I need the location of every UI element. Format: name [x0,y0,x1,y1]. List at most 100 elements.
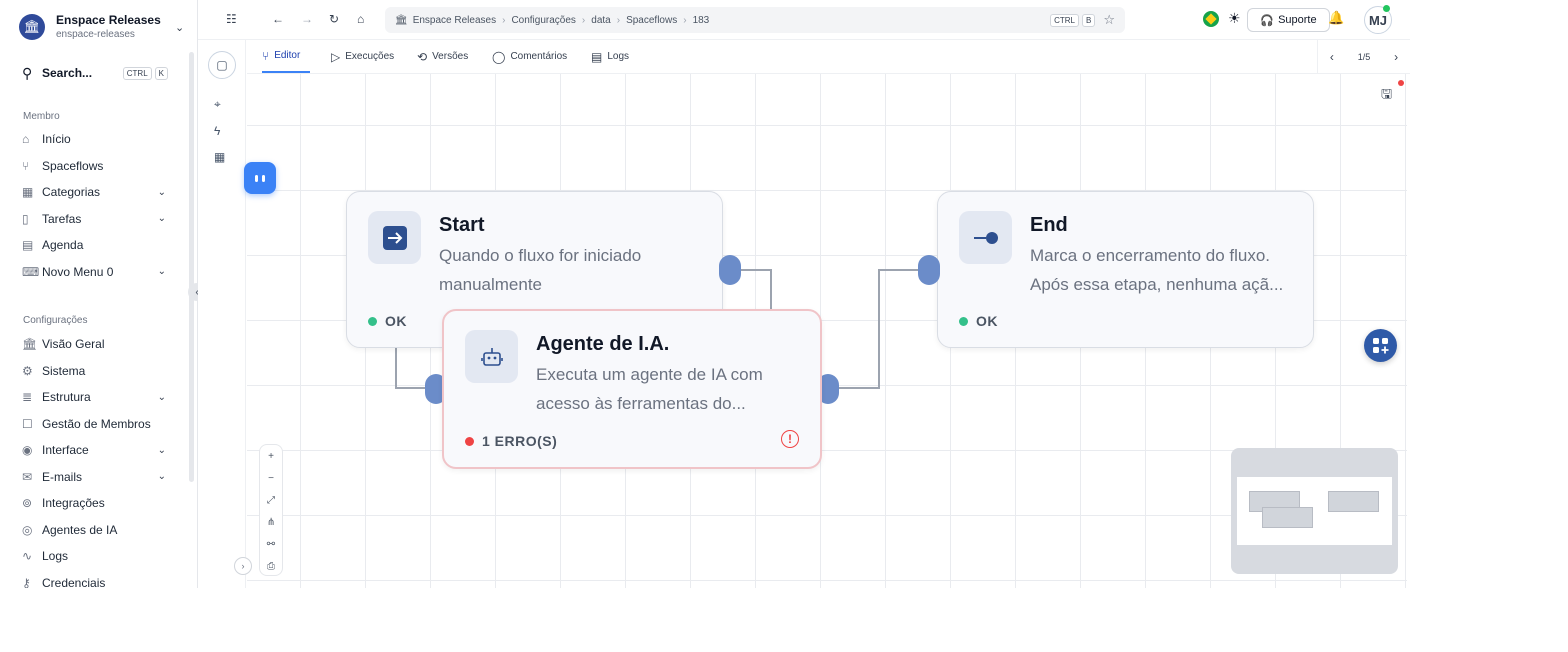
sidebar-item-label: Interface [42,443,89,457]
save-icon[interactable]: 🖫 [1381,85,1392,107]
sidebar: 🏛 Enspace Releases enspace-releases ⌄ ⚲ … [0,0,198,588]
document-icon[interactable]: ▢ [208,51,236,79]
bank-icon: 🏛 [22,337,38,351]
sidebar-item-label: Novo Menu 0 [42,264,114,279]
sidebar-scrollbar[interactable] [189,52,194,482]
node-end[interactable]: End Marca o encerramento do fluxo. Após … [937,191,1314,348]
node-handle[interactable] [918,255,940,285]
sidebar-item-e-mails[interactable]: ✉ E-mails ⌄ [22,467,166,487]
sidebar-item-label: Estrutura [42,390,91,404]
fit-view-button[interactable]: ⤢ [260,489,282,511]
support-button[interactable]: 🎧 Suporte [1247,8,1330,32]
bot-avatar-icon[interactable] [244,162,276,194]
sidebar-item-label: Categorias [42,185,101,199]
flow-icon: ⑂ [22,158,30,173]
sidebar-item-label: Visão Geral [42,337,105,351]
layout-tree-button[interactable]: ⋔ [260,511,282,533]
home-icon[interactable]: ⌂ [357,12,364,26]
section-label-config: Configurações [23,315,88,326]
sidebar-item-estrutura[interactable]: ≣ Estrutura ⌄ [22,387,166,407]
home-icon: ⌂ [22,132,30,146]
chevron-right-icon[interactable]: › [1394,50,1398,64]
sidebar-item-interface[interactable]: ◉ Interface ⌄ [22,440,166,460]
sidebar-item-label: Integrações [42,496,105,510]
tab-logs[interactable]: ▤ Logs [591,40,629,73]
breadcrumb-item[interactable]: Configurações [511,15,575,26]
app-window: 🏛 Enspace Releases enspace-releases ⌄ ⚲ … [0,0,1410,588]
star-icon[interactable]: ☆ [1103,12,1115,28]
sidebar-item-spaceflows[interactable]: ⑂ Spaceflows [22,156,166,176]
member-icon: ☐ [22,416,33,431]
bell-icon[interactable]: 🔔 [1328,10,1344,26]
expand-rail-button[interactable]: › [234,557,252,575]
zoom-out-button[interactable]: − [260,467,282,489]
node-handle[interactable] [719,255,741,285]
back-arrow-icon[interactable]: ← [272,12,284,26]
node-status: OK [368,313,407,329]
sidebar-item-tarefas[interactable]: ▯ Tarefas ⌄ [22,209,166,229]
sidebar-item-label: Gestão de Membros [42,416,151,431]
node-status: 1 ERRO(S) [465,433,557,449]
workspace-name: Enspace Releases [56,13,161,27]
sidebar-item-categorias[interactable]: ▦ Categorias ⌄ [22,182,166,202]
calendar-plus-icon[interactable]: ▦ [214,150,225,164]
sidebar-item-agentes-de-ia[interactable]: ◎ Agentes de IA [22,520,166,540]
sidebar-item-integra-es[interactable]: ⊚ Integrações [22,493,166,513]
tab-label: Versões [432,51,469,62]
breadcrumb-item[interactable]: Spaceflows [626,15,677,26]
workspace-switcher[interactable]: 🏛 Enspace Releases enspace-releases ⌄ [19,11,189,43]
search-button[interactable]: ⚲ Search... CTRL K [22,63,168,83]
sun-icon[interactable]: ☀ [1228,10,1241,27]
kbd-ctrl: CTRL [1050,13,1079,27]
bolt-icon[interactable]: ϟ [214,124,220,138]
tab-label: Editor [274,50,301,61]
gear-icon: ⚙ [22,363,33,378]
keyboard-icon: ⌨ [22,264,40,279]
tab-editor[interactable]: ⑂ Editor [262,40,311,73]
chevron-down-icon: ⌄ [157,471,166,482]
tab-versions[interactable]: ⟲ Versões [417,40,468,73]
bank-icon: 🏛 [395,14,408,26]
breadcrumb-item[interactable]: 183 [693,15,710,26]
breadcrumb-item[interactable]: data [591,15,610,26]
sidebar-item-label: Tarefas [42,211,82,226]
link-icon: ⊚ [22,496,33,510]
sidebar-item-agenda[interactable]: ▤ Agenda [22,235,166,255]
tag-icon[interactable]: ⌖ [214,97,221,112]
ai-icon: ◎ [22,522,33,537]
add-node-button[interactable] [1364,329,1397,362]
forward-arrow-icon[interactable]: → [301,12,313,26]
lock-button[interactable]: ⎙ [260,555,282,577]
search-icon: ⚲ [22,64,33,81]
flow-canvas[interactable]: 🖫 Start Quando o fluxo for iniciado manu… [234,74,1407,588]
minimap-node [1328,491,1379,512]
language-flag-icon[interactable] [1203,11,1219,27]
sidebar-item-logs[interactable]: ∿ Logs [22,546,166,566]
chevron-left-icon[interactable]: ‹ [1330,50,1334,64]
headset-icon: 🎧 [1260,14,1275,27]
breadcrumb-item[interactable]: Enspace Releases [413,15,496,26]
search-label: Search... [42,66,93,80]
sidebar-item-gest-o-de-membros[interactable]: ☐ Gestão de Membros [22,414,166,434]
sidebar-item-novo-menu-0[interactable]: ⌨ Novo Menu 0 ⌄ [22,262,166,282]
sidebar-item-vis-o-geral[interactable]: 🏛 Visão Geral [22,334,166,354]
refresh-icon[interactable]: ↻ [329,12,339,26]
pager-count: 1/5 [1357,51,1371,62]
chevron-down-icon: ⌄ [157,391,166,403]
apps-plus-icon [1372,337,1388,353]
sidebar-item-credenciais[interactable]: ⚷ Credenciais [22,573,166,589]
panel-toggle-icon[interactable]: ☷ [226,12,237,26]
tab-executions[interactable]: ▷ Execuções [331,40,394,73]
share-nodes-button[interactable]: ⚯ [260,533,282,555]
tab-comments[interactable]: ◯ Comentários [492,40,567,73]
pulse-icon: ∿ [22,549,33,563]
node-ai-agent[interactable]: Agente de I.A. Executa um agente de IA c… [442,309,822,469]
node-description: Executa um agente de IA com acesso às fe… [536,365,763,413]
minimap[interactable] [1231,448,1398,574]
sidebar-item-in-cio[interactable]: ⌂ Início [22,129,166,149]
sidebar-item-sistema[interactable]: ⚙ Sistema [22,361,166,381]
zoom-in-button[interactable]: + [260,445,282,467]
chevron-down-icon: ⌄ [157,213,166,224]
file-icon: ▯ [22,211,29,226]
error-alert-icon[interactable]: ! [781,430,799,448]
